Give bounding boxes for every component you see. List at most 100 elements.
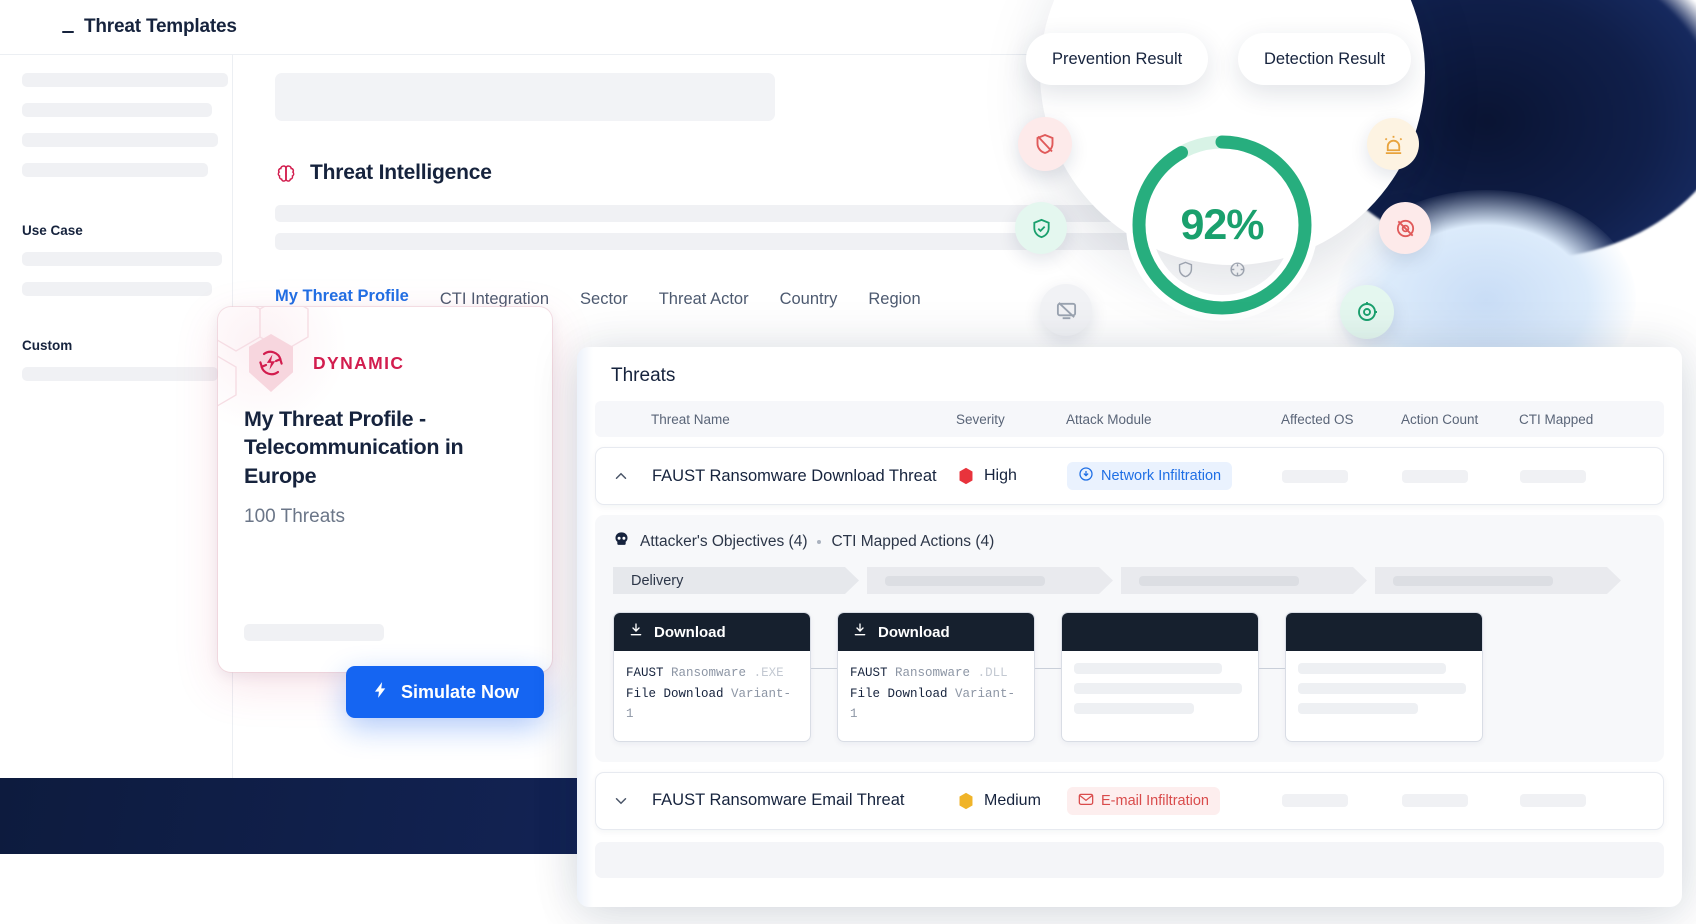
simulate-now-label: Simulate Now <box>401 681 520 702</box>
shield-icon <box>1176 260 1195 279</box>
sidebar-skeleton-item <box>22 163 208 177</box>
action-card-header <box>1062 613 1258 651</box>
column-affected-os: Affected OS <box>1281 411 1354 427</box>
sidebar-skeleton-item <box>22 282 212 296</box>
action-card[interactable]: Download FAUST Ransomware .EXE File Down… <box>613 612 811 742</box>
dynamic-badge: DYNAMIC <box>244 333 404 393</box>
score-value: 92% <box>1180 200 1264 249</box>
shield-off-icon-bubble <box>1018 117 1072 171</box>
action-card[interactable] <box>1061 612 1259 742</box>
action-card-header <box>1286 613 1482 651</box>
separator-dot <box>817 540 822 544</box>
column-action-count: Action Count <box>1401 411 1479 427</box>
profile-card-threat-count: 100 Threats <box>244 506 346 527</box>
action-text-a: FAUST <box>626 666 664 680</box>
severity-label: High <box>984 467 1017 484</box>
download-icon <box>852 622 868 642</box>
action-text-c: .DLL <box>977 666 1008 680</box>
target-check-icon-bubble <box>1340 285 1394 339</box>
panel-edge-fade <box>577 347 593 907</box>
screenshot-root: Threat Templates Use Case Custom Threat … <box>0 0 1696 924</box>
action-card-row: Download FAUST Ransomware .EXE File Down… <box>613 612 1646 742</box>
attack-module-badge[interactable]: E-mail Infiltration <box>1067 786 1220 815</box>
sidebar: Use Case Custom <box>0 55 233 778</box>
table-footer-skeleton <box>595 841 1664 878</box>
action-card[interactable] <box>1285 612 1483 742</box>
affected-os-cell <box>1276 794 1396 808</box>
download-icon <box>628 622 644 642</box>
action-text-d: File Download <box>850 686 948 701</box>
threats-panel-title: Threats <box>611 365 676 386</box>
shield-check-icon-bubble <box>1015 202 1067 254</box>
action-card-body: FAUST Ransomware .EXE File Download Vari… <box>614 651 810 741</box>
brain-icon <box>275 162 297 184</box>
attack-module-badge[interactable]: Network Infiltration <box>1067 462 1233 490</box>
tab-region[interactable]: Region <box>868 290 920 320</box>
dynamic-badge-label: DYNAMIC <box>313 352 405 373</box>
threats-panel: Threats Threat Name Severity Attack Modu… <box>577 347 1682 907</box>
stage-chip-placeholder[interactable] <box>1121 567 1367 594</box>
expand-row-chevron-down-icon[interactable] <box>596 792 646 810</box>
tab-country[interactable]: Country <box>780 290 838 320</box>
profile-card-title: My Threat Profile - Telecommunication in… <box>244 407 464 488</box>
severity-badge: High <box>951 466 1061 486</box>
sidebar-section-use-case: Use Case <box>22 223 83 238</box>
action-card[interactable]: Download FAUST Ransomware .DLL File Down… <box>837 612 1035 742</box>
action-card-body <box>1062 651 1258 739</box>
column-severity: Severity <box>956 411 1005 427</box>
alert-siren-icon-bubble <box>1367 118 1419 170</box>
stage-chip-delivery[interactable]: Delivery <box>613 567 859 594</box>
lightning-bolt-icon <box>371 679 390 706</box>
action-connector <box>811 668 837 669</box>
stage-chip-placeholder[interactable] <box>867 567 1113 594</box>
column-cti-mapped: CTI Mapped <box>1519 411 1594 427</box>
table-row[interactable]: FAUST Ransomware Email Threat Medium E-m… <box>595 771 1664 830</box>
severity-badge: Medium <box>951 791 1061 811</box>
threat-profile-card[interactable]: DYNAMIC My Threat Profile - Telecommunic… <box>218 307 552 672</box>
table-row[interactable]: FAUST Ransomware Download Threat High Ne… <box>595 447 1664 505</box>
action-text-c: .EXE <box>753 666 784 680</box>
attack-module-cell: Network Infiltration <box>1061 462 1276 490</box>
kill-chain-stages: Delivery <box>613 567 1646 594</box>
monitor-off-icon-bubble <box>1040 284 1092 336</box>
attack-module-cell: E-mail Infiltration <box>1061 786 1276 815</box>
action-text-b: Ransomware <box>671 666 747 680</box>
action-card-body: FAUST Ransomware .DLL File Download Vari… <box>838 651 1034 741</box>
main-skeleton-header <box>275 73 775 121</box>
sidebar-skeleton-item <box>22 367 218 381</box>
action-count-cell <box>1396 794 1514 808</box>
sidebar-skeleton-item <box>22 103 212 117</box>
detail-summary-row: Attacker's Objectives (4) CTI Mapped Act… <box>613 531 1646 553</box>
threat-detail-panel: Attacker's Objectives (4) CTI Mapped Act… <box>595 515 1664 762</box>
page-title: Threat Templates <box>84 16 237 37</box>
refresh-bolt-icon <box>244 333 298 393</box>
attack-module-label: E-mail Infiltration <box>1101 792 1209 809</box>
target-off-icon-bubble <box>1379 202 1431 254</box>
download-circle-icon <box>1078 466 1094 486</box>
tab-threat-actor[interactable]: Threat Actor <box>659 290 749 320</box>
sidebar-skeleton-item <box>22 252 222 266</box>
severity-hex-icon <box>957 466 975 486</box>
detection-result-pill[interactable]: Detection Result <box>1238 33 1412 85</box>
column-threat-name: Threat Name <box>651 411 730 427</box>
tab-sector[interactable]: Sector <box>580 290 628 320</box>
collapse-row-chevron-up-icon[interactable] <box>596 467 646 485</box>
stage-chip-placeholder[interactable] <box>1375 567 1621 594</box>
crosshair-icon <box>1228 260 1247 279</box>
simulate-now-button[interactable]: Simulate Now <box>319 640 571 744</box>
cti-mapped-cell <box>1514 794 1624 808</box>
column-attack-module: Attack Module <box>1066 411 1152 427</box>
action-text-d: File Download <box>626 686 724 701</box>
sidebar-section-custom: Custom <box>22 338 73 353</box>
sidebar-skeleton-item <box>22 133 218 147</box>
action-card-line-1: FAUST Ransomware .DLL <box>850 663 1022 684</box>
prevention-result-pill[interactable]: Prevention Result <box>1026 33 1209 85</box>
severity-hex-icon <box>957 791 975 811</box>
profile-card-footer-skeleton <box>244 624 384 641</box>
cti-mapped-actions-label: CTI Mapped Actions (4) <box>831 533 995 550</box>
action-card-header: Download <box>838 613 1034 651</box>
collapse-icon[interactable] <box>62 30 74 33</box>
action-count-cell <box>1396 469 1514 483</box>
action-text-b: Ransomware <box>895 666 971 680</box>
threat-name: FAUST Ransomware Download Threat <box>652 466 937 485</box>
